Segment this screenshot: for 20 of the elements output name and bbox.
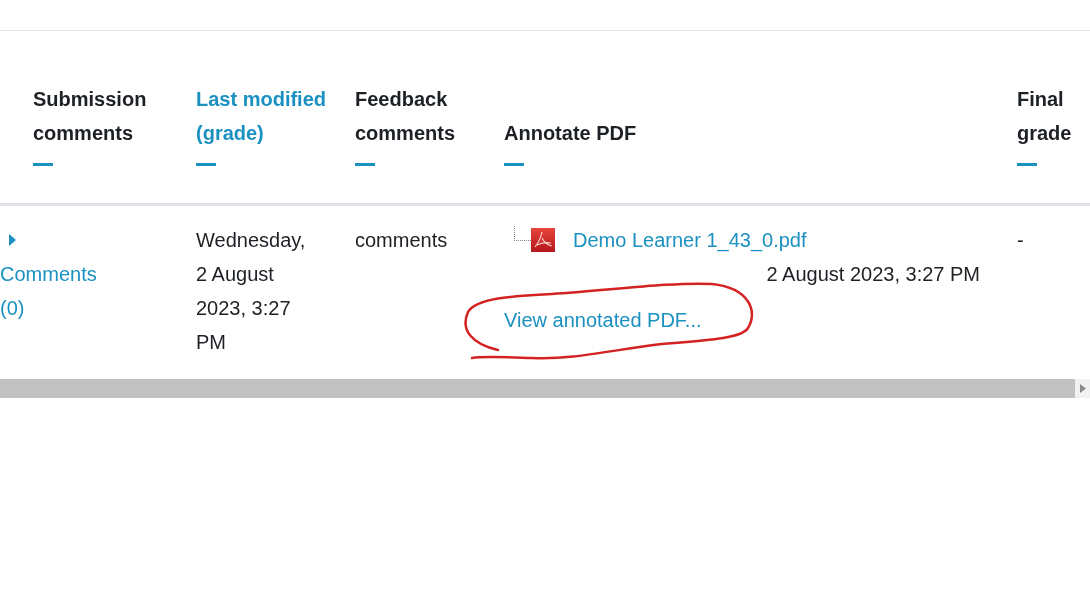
pdf-file-icon: [531, 228, 555, 252]
collapse-icon[interactable]: [1017, 163, 1037, 166]
final-grade: -: [1017, 229, 1024, 251]
column-header[interactable]: Submission comments: [33, 82, 163, 150]
collapse-icon[interactable]: [33, 163, 53, 166]
view-annotated-link[interactable]: View annotated PDF...: [504, 309, 702, 331]
collapse-icon[interactable]: [355, 163, 375, 166]
file-date: 2 August 2023, 3:27 PM: [766, 263, 980, 285]
column-header[interactable]: Annotate PDF: [504, 116, 637, 150]
scroll-right-icon[interactable]: [1080, 384, 1086, 393]
pdf-file-link[interactable]: Demo Learner 1_43_0.pdf: [573, 223, 807, 257]
column-header[interactable]: Feedback comments: [355, 82, 485, 150]
collapse-icon[interactable]: [504, 163, 524, 166]
column-header[interactable]: Last modified (grade): [196, 82, 326, 150]
expand-icon[interactable]: [7, 233, 17, 247]
collapse-icon[interactable]: [196, 163, 216, 166]
comments-link[interactable]: Comments (0): [0, 257, 120, 325]
column-header[interactable]: Final grade: [1017, 82, 1090, 150]
feedback-text: comments: [355, 229, 448, 251]
modified-date: Wednesday, 2 August 2023, 3:27 PM: [196, 228, 307, 355]
